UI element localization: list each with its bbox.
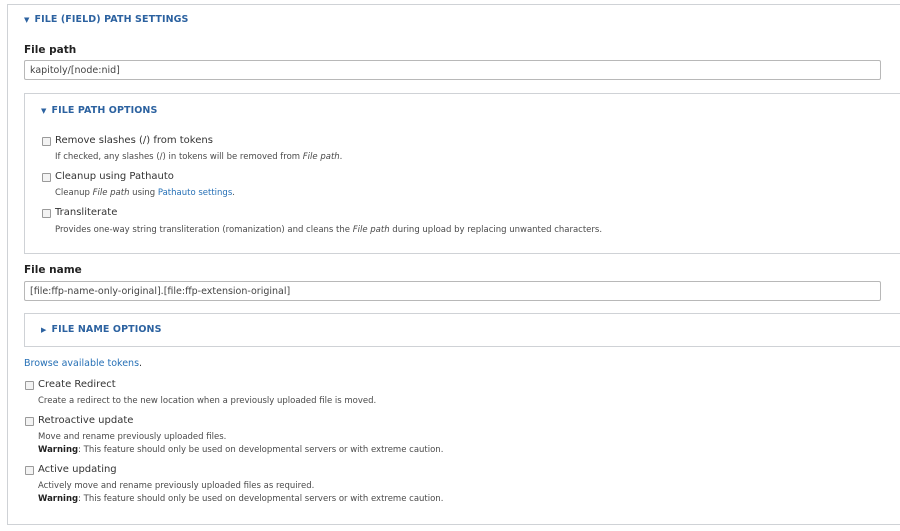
- active-updating-description: Actively move and rename previously uplo…: [38, 481, 315, 491]
- expanded-triangle-icon: ▼: [24, 15, 30, 24]
- cleanup-pathauto-checkbox[interactable]: [42, 173, 51, 182]
- collapsed-triangle-icon: ▶: [41, 325, 47, 334]
- create-redirect-description: Create a redirect to the new location wh…: [38, 396, 377, 406]
- retroactive-update-description: Move and rename previously uploaded file…: [38, 432, 227, 442]
- create-redirect-label[interactable]: Create Redirect: [38, 379, 116, 390]
- retroactive-update-warning: Warning: This feature should only be use…: [38, 445, 444, 455]
- file-path-input[interactable]: [24, 60, 881, 80]
- file-path-options-title: FILE PATH OPTIONS: [51, 105, 158, 116]
- retroactive-update-label[interactable]: Retroactive update: [38, 415, 133, 426]
- file-name-input[interactable]: [24, 281, 881, 301]
- file-path-settings-legend[interactable]: ▼ FILE (FIELD) PATH SETTINGS: [24, 14, 188, 25]
- browse-tokens-line: Browse available tokens.: [24, 358, 143, 369]
- active-updating-label[interactable]: Active updating: [38, 464, 117, 475]
- remove-slashes-description: If checked, any slashes (/) in tokens wi…: [55, 152, 343, 162]
- transliterate-description: Provides one-way string transliteration …: [55, 225, 603, 235]
- browse-tokens-link[interactable]: Browse available tokens: [24, 358, 139, 369]
- file-name-label: File name: [24, 264, 82, 276]
- cleanup-pathauto-description: Cleanup File path using Pathauto setting…: [55, 188, 235, 198]
- pathauto-settings-link[interactable]: Pathauto settings: [158, 188, 232, 198]
- file-path-label: File path: [24, 44, 77, 56]
- file-path-options-legend[interactable]: ▼ FILE PATH OPTIONS: [41, 105, 157, 116]
- remove-slashes-label[interactable]: Remove slashes (/) from tokens: [55, 135, 213, 146]
- transliterate-checkbox[interactable]: [42, 209, 51, 218]
- retroactive-update-checkbox[interactable]: [25, 417, 34, 426]
- remove-slashes-checkbox[interactable]: [42, 137, 51, 146]
- expanded-triangle-icon: ▼: [41, 106, 47, 115]
- cleanup-pathauto-label[interactable]: Cleanup using Pathauto: [55, 171, 174, 182]
- active-updating-warning: Warning: This feature should only be use…: [38, 494, 444, 504]
- file-name-options-legend[interactable]: ▶ FILE NAME OPTIONS: [41, 324, 162, 335]
- active-updating-checkbox[interactable]: [25, 466, 34, 475]
- create-redirect-checkbox[interactable]: [25, 381, 34, 390]
- file-path-settings-title: FILE (FIELD) PATH SETTINGS: [34, 14, 189, 25]
- file-name-options-title: FILE NAME OPTIONS: [51, 324, 162, 335]
- transliterate-label[interactable]: Transliterate: [55, 207, 117, 218]
